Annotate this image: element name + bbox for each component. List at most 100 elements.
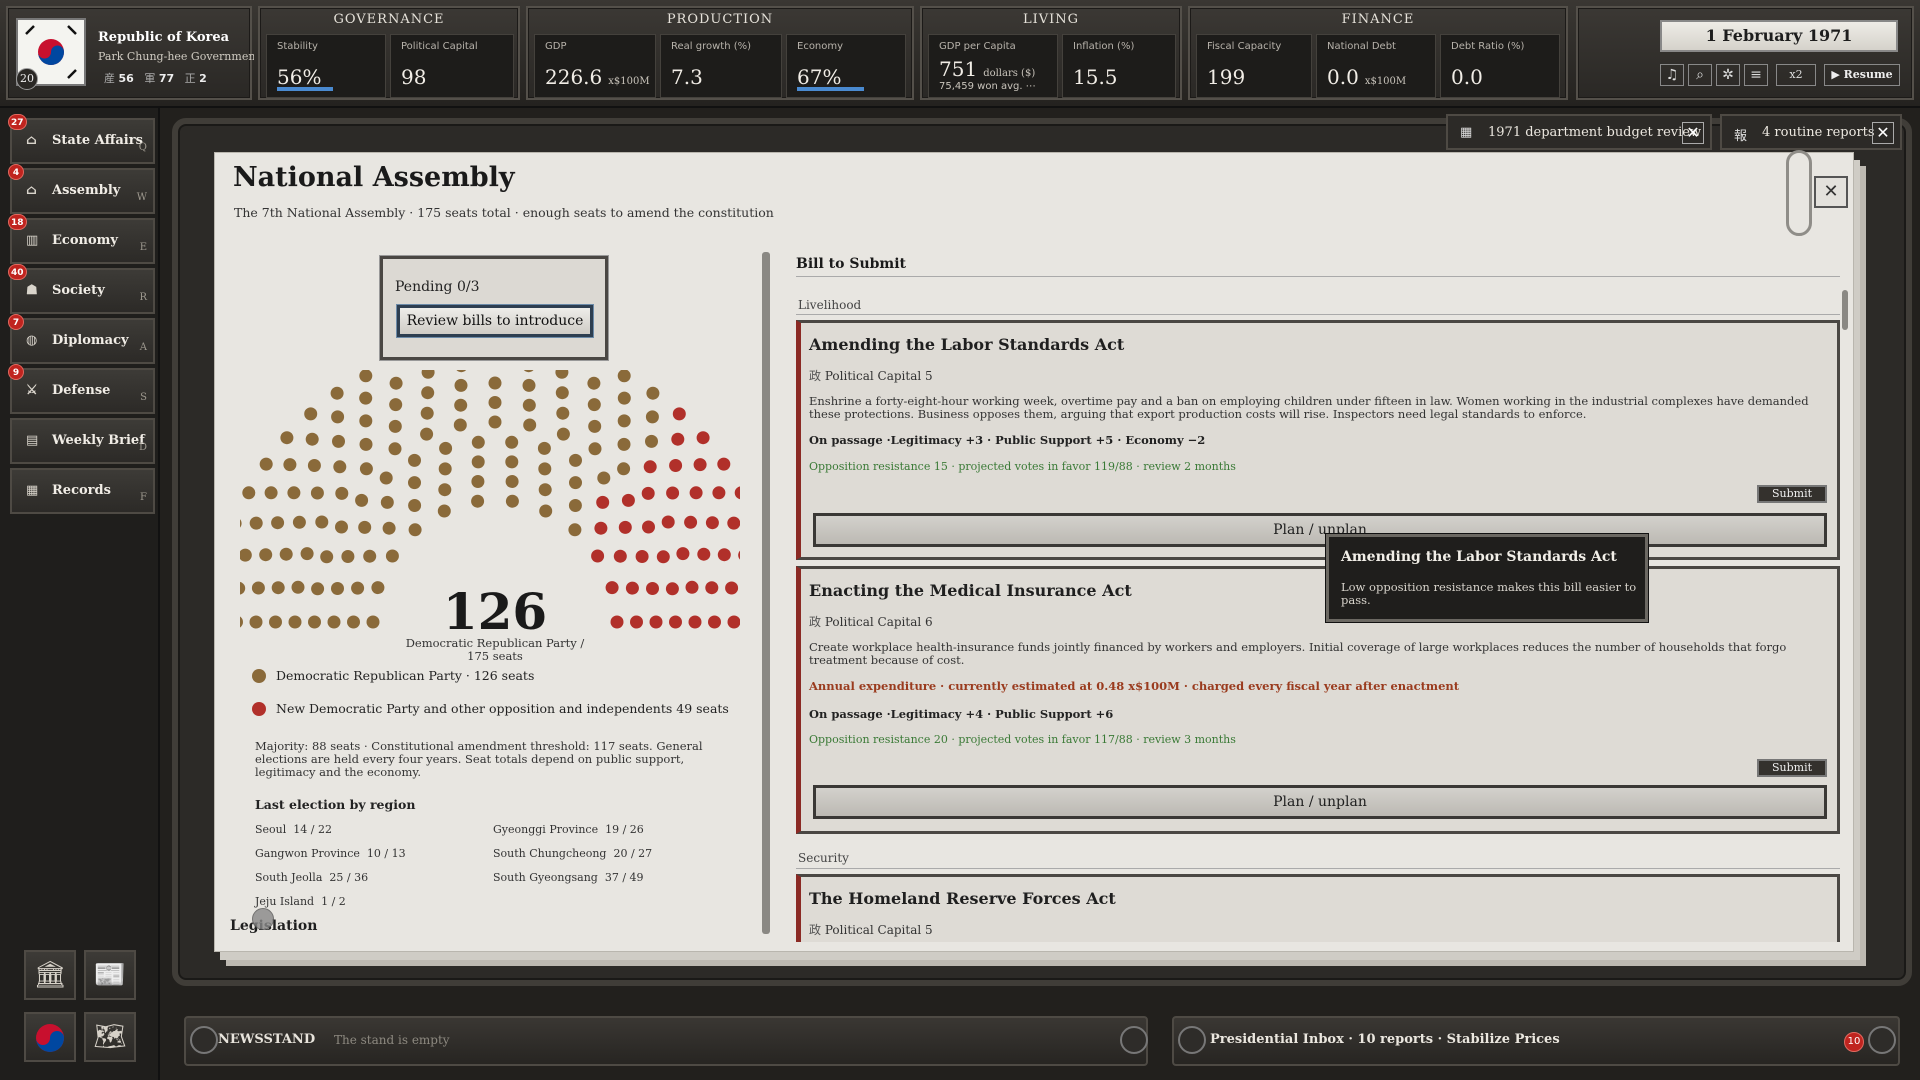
growth-stat[interactable]: Real growth (%) 7.3 (660, 34, 782, 98)
close-icon[interactable]: ✕ (1872, 122, 1894, 144)
country-panel[interactable]: 20 Republic of Korea Park Chung-hee Gove… (6, 6, 254, 100)
living-panel[interactable]: LIVING GDP per Capita 751 dollars ($) 75,… (920, 6, 1182, 100)
gdp-per-capita-stat[interactable]: GDP per Capita 751 dollars ($) 75,459 won… (928, 34, 1058, 98)
inflation-value: 15.5 (1073, 65, 1118, 89)
gear-icon: ✲ (1722, 67, 1734, 83)
sidebar-item-assembly[interactable]: ⌂ Assembly W 4 (8, 164, 155, 214)
sidebar-item-icon: ▦ (26, 483, 39, 498)
sidebar-item-economy[interactable]: ▥ Economy E 18 (8, 214, 155, 264)
submit-button[interactable]: Submit (1757, 485, 1827, 503)
debt-stat[interactable]: National Debt 0.0 x$100M (1316, 34, 1436, 98)
stability-stat[interactable]: Stability 56% (266, 34, 386, 98)
seat-ruling (351, 581, 365, 595)
newsstand-bar[interactable]: NEWSSTAND The stand is empty (184, 1016, 1148, 1066)
seat-opposition (596, 495, 610, 509)
seat-opposition (618, 520, 632, 534)
plan-unplan-button[interactable]: Plan / unplan (813, 785, 1827, 819)
map-button[interactable]: 🗺 (84, 1012, 136, 1062)
bill-card-labor[interactable]: Amending the Labor Standards Act 政 Polit… (796, 320, 1840, 560)
region-seats: 14 / 22 (293, 823, 332, 836)
newspaper-button[interactable]: 📰 (84, 950, 136, 1000)
seat-ruling (568, 499, 582, 512)
inflation-stat[interactable]: Inflation (%) 15.5 (1062, 34, 1176, 98)
government-building-icon: 🏛 (33, 960, 67, 990)
bill-capital-label: Political Capital 5 (824, 369, 933, 383)
sidebar-item-hotkey: E (139, 242, 147, 253)
category-livelihood-divider (796, 314, 1840, 315)
bill-capital: 政 Political Capital 5 (809, 921, 933, 938)
gdp-stat[interactable]: GDP 226.6 x$100M (534, 34, 656, 98)
review-bills-button[interactable]: Review bills to introduce (397, 305, 593, 337)
bill-card-reserve[interactable]: The Homeland Reserve Forces Act 政 Politi… (796, 874, 1840, 942)
seat-opposition (646, 582, 659, 595)
region-name: Gangwon Province (255, 847, 360, 860)
seat-ruling (308, 615, 321, 629)
seat-opposition (625, 581, 639, 595)
legislation-icon (252, 908, 274, 930)
seat-opposition (689, 486, 703, 500)
seat-ruling (438, 462, 452, 476)
seat-opposition (727, 516, 740, 530)
sidebar-item-records[interactable]: ▦ Records F (10, 468, 155, 514)
bills-scrollbar[interactable] (1842, 290, 1848, 330)
debt-ratio-stat[interactable]: Debt Ratio (%) 0.0 (1440, 34, 1560, 98)
sidebar-item-society[interactable]: ☗ Society R 40 (8, 264, 155, 314)
legend-dot-opposition (252, 702, 266, 716)
notification-badge: 7 (8, 314, 24, 330)
economy-stat[interactable]: Economy 67% (786, 34, 906, 98)
submit-button[interactable]: Submit (1757, 759, 1827, 777)
seat-ruling (588, 442, 602, 456)
close-icon[interactable]: ✕ (1682, 122, 1704, 144)
seat-ruling (408, 499, 422, 512)
left-column-scrollbar[interactable] (762, 252, 770, 934)
seat-ruling (379, 471, 393, 485)
paperclip-icon (1786, 150, 1812, 236)
government-building-button[interactable]: 🏛 (24, 950, 76, 1000)
region-item: South Chungcheong 20 / 27 (493, 847, 652, 860)
close-icon: ✕ (1823, 181, 1839, 202)
seat-opposition (725, 581, 739, 595)
seat-ruling (280, 431, 294, 445)
speed-button[interactable]: x2 (1776, 64, 1816, 86)
seat-ruling (371, 581, 385, 595)
finance-panel[interactable]: FINANCE Fiscal Capacity 199 National Deb… (1188, 6, 1568, 100)
seat-ruling (291, 580, 305, 594)
seat-ruling (645, 434, 658, 448)
flag-button[interactable] (24, 1012, 76, 1062)
resume-button[interactable]: ▶ Resume (1824, 64, 1900, 86)
governance-panel[interactable]: GOVERNANCE Stability 56% Political Capit… (258, 6, 520, 100)
fiscal-stat[interactable]: Fiscal Capacity 199 (1196, 34, 1312, 98)
seat-ruling (242, 486, 256, 500)
settings-button[interactable]: ✲ (1716, 64, 1740, 86)
political-capital-stat[interactable]: Political Capital 98 (390, 34, 514, 98)
routine-reports-tab[interactable]: 報 4 routine reports ✕ (1720, 114, 1902, 150)
close-button[interactable]: ✕ (1814, 176, 1848, 208)
production-panel[interactable]: PRODUCTION GDP 226.6 x$100M Real growth (… (526, 6, 914, 100)
seat-ruling (335, 520, 348, 534)
sidebar-item-state-affairs[interactable]: ⌂ State Affairs Q 27 (8, 114, 155, 164)
plan-unplan-button[interactable]: Plan / unplan (813, 513, 1827, 547)
routine-reports-label: 4 routine reports (1762, 125, 1875, 140)
seat-ruling (333, 460, 347, 474)
music-button[interactable]: ♫ (1660, 64, 1684, 86)
sidebar-item-diplomacy[interactable]: ◍ Diplomacy A 7 (8, 314, 155, 364)
presidential-inbox-bar[interactable]: Presidential Inbox · 10 reports · Stabil… (1172, 1016, 1900, 1066)
newspaper-icon: 📰 (93, 960, 127, 990)
sidebar-item-defense[interactable]: ⚔ Defense S 9 (8, 364, 155, 414)
sidebar-item-weekly-brief[interactable]: ▤ Weekly Brief D (10, 418, 155, 464)
seat-ruling (408, 523, 422, 537)
seat-ruling (488, 415, 502, 429)
seat-ruling (408, 476, 421, 490)
stability-bar (277, 87, 333, 91)
bill-title: The Homeland Reserve Forces Act (809, 889, 1116, 908)
menu-button[interactable]: ≡ (1744, 64, 1768, 86)
seat-ruling (555, 386, 569, 400)
sidebar-item-hotkey: D (138, 442, 147, 453)
bill-card-medical[interactable]: Enacting the Medical Insurance Act 政 Pol… (796, 566, 1840, 834)
seat-opposition (621, 493, 635, 507)
search-button[interactable]: ⌕ (1688, 64, 1712, 86)
governance-title: GOVERNANCE (333, 12, 445, 27)
budget-review-tab[interactable]: ▦ 1971 department budget review ✕ (1446, 114, 1712, 150)
seat-opposition (642, 520, 655, 534)
seat-ruling (568, 523, 582, 537)
